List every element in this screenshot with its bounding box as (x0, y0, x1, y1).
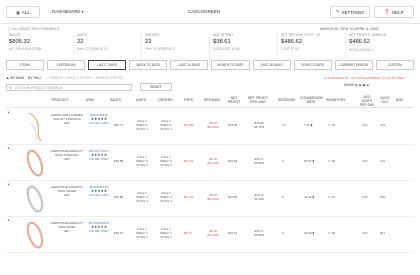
help-button[interactable]: ❓ HELP (374, 6, 414, 18)
tab-week-to-date[interactable]: WEEK TO DATE (129, 60, 168, 70)
table-header: PRODUCT ASIN SALES UNITS ORDERS FEES REF… (6, 94, 414, 108)
asin-cell: B07KZ4BYTK ★★★★★ GO GET ASIN (86, 185, 112, 197)
table-toolbar: ▲ BY ASIN BY SKU ☐ PARENT ☐ CHILD ☐ ACTI… (6, 76, 414, 87)
col-avg-units[interactable]: AVG UNITS PER DAY (358, 95, 376, 107)
tab-custom[interactable]: CUSTOM (375, 60, 414, 70)
box-icon: ▭ (328, 159, 331, 163)
show-control[interactable]: SHOW ▥ ▤ ▦ ⊕ (344, 83, 369, 87)
settings-button[interactable]: ✎ SETTINGS (330, 6, 370, 18)
by-asin-toggle[interactable]: ▲ BY ASIN (6, 76, 24, 80)
col-fees[interactable]: FEES (184, 98, 193, 102)
expand-icon[interactable]: ▸ (8, 182, 10, 186)
tab-month-to-date[interactable]: MONTH TO DATE (211, 60, 250, 70)
col-units[interactable]: UNITS (136, 98, 146, 102)
by-sku-toggle[interactable]: BY SKU (28, 76, 41, 80)
chart-icon[interactable]: ▮ (311, 123, 313, 127)
product-cell: GEMSTONE ETERNITY RING ROSE SET (50, 221, 84, 233)
box-icon: ▭ (328, 195, 331, 199)
option-parent[interactable]: ☐ PARENT (46, 76, 62, 80)
col-inventory[interactable]: INVENTORY (326, 98, 346, 102)
product-cell: GEMSTONE LAYERED ANKLET STERLING SET (51, 113, 83, 125)
tab-today[interactable]: TODAY (6, 60, 45, 70)
shapes-icon: ▲ (6, 76, 10, 80)
dropdown-icon: ▾ (81, 10, 84, 14)
expand-icon[interactable]: ▸ (8, 110, 10, 114)
table-row: ▸ GEMSTONE ETERNITY RING STERLING SET B0… (6, 145, 414, 181)
product-thumbnail-ring[interactable] (23, 147, 47, 179)
col-product[interactable]: PRODUCT (52, 98, 69, 102)
option-ranked[interactable]: ☐ RANKED SORTED (92, 76, 123, 80)
tab-last-7-days[interactable]: LAST 7 DAYS (88, 60, 127, 70)
product-cell: GEMSTONE ETERNITY RING STERLING SET (50, 149, 84, 161)
table-row: ▸ GEMSTONE ETERNITY RING ROSE SET B07KZ6… (6, 217, 414, 253)
dashboard-menu[interactable]: DASHBOARD ▾ (52, 9, 84, 14)
box-icon: ▭ (328, 231, 331, 235)
asin-cell: B07KZ7T4WN ★★★★★ GO GET ASIN (86, 149, 112, 161)
product-cell: GEMSTONE ETERNITY RING SILVER SET (50, 185, 84, 197)
col-refunds[interactable]: REFUNDS (204, 98, 220, 102)
search-icon: ⚲ (9, 86, 12, 90)
col-bsr[interactable]: BSR (396, 98, 403, 102)
help-icon: ❓ (384, 9, 390, 14)
col-sales[interactable]: SALES (110, 98, 121, 102)
table-row: ▸ GEMSTONE LAYERED ANKLET STERLING SET B… (6, 109, 414, 145)
table-row: ▸ GEMSTONE ETERNITY RING SILVER SET B07K… (6, 181, 414, 217)
col-net-profit-per-unit[interactable]: NET PROFIT PER UNIT (246, 96, 270, 104)
chart-icon[interactable]: ▮ (312, 159, 314, 163)
col-orders[interactable]: ORDERS (158, 98, 173, 102)
columns-icon: ▥ ▤ ▦ ⊕ (354, 83, 370, 87)
option-child[interactable]: ☐ CHILD (62, 76, 75, 80)
grid-icon: ▦ (16, 9, 20, 15)
option-active[interactable]: ☐ ACTIVE (76, 76, 91, 80)
asin-cell: B07NJ4B47P ★★★★★ GO GET ASIN (86, 113, 112, 125)
box-icon: ▭ (328, 123, 331, 127)
product-thumbnail-anklet[interactable] (23, 111, 47, 143)
tab-current-period[interactable]: CURRENT PERIOD (334, 60, 373, 70)
app-title: CASCOGREEN (188, 9, 221, 14)
tab-last-14-days[interactable]: LAST 14 DAYS (170, 60, 209, 70)
product-thumbnail-ring[interactable] (23, 183, 47, 215)
gear-icon: ✎ (335, 9, 340, 14)
col-days-out[interactable]: DAYS OUT (378, 96, 392, 104)
col-net-profit[interactable]: NET PROFIT (226, 96, 242, 104)
expand-icon[interactable]: ▸ (8, 218, 10, 222)
asin-cell: B07KZ6WRPW ★★★★★ GO GET ASIN (86, 221, 112, 233)
col-asin[interactable]: ASIN (86, 98, 94, 102)
col-sessions[interactable]: SESSIONS (278, 98, 295, 102)
no-cogs-warning[interactable]: ⊘ 12 PRODUCTS - NO COGS ENTERED, CLICK T… (324, 76, 404, 80)
expand-icon[interactable]: ▸ (8, 146, 10, 150)
col-conversion-rate[interactable]: CONVERSION RATE (300, 96, 323, 104)
product-thumbnail-ring[interactable] (23, 219, 47, 251)
tab-year-to-date[interactable]: YEAR TO DATE (293, 60, 332, 70)
chart-icon[interactable]: ▮ (312, 231, 314, 235)
top-bar: ▦ ALL DASHBOARD ▾ CASCOGREEN ✎ SETTINGS … (0, 0, 420, 24)
reset-button[interactable]: RESET (140, 83, 172, 91)
product-search-input[interactable]: ⚲ CUSTOM PRODUCT SEARCH (6, 84, 132, 91)
chart-icon[interactable]: ▮ (312, 195, 314, 199)
tab-yesterday[interactable]: YESTERDAY (47, 60, 86, 70)
all-button[interactable]: ▦ ALL (6, 6, 40, 18)
tab-last-30-days[interactable]: LAST 30 DAYS (252, 60, 291, 70)
date-tabs: TODAY YESTERDAY LAST 7 DAYS WEEK TO DATE… (6, 60, 414, 70)
